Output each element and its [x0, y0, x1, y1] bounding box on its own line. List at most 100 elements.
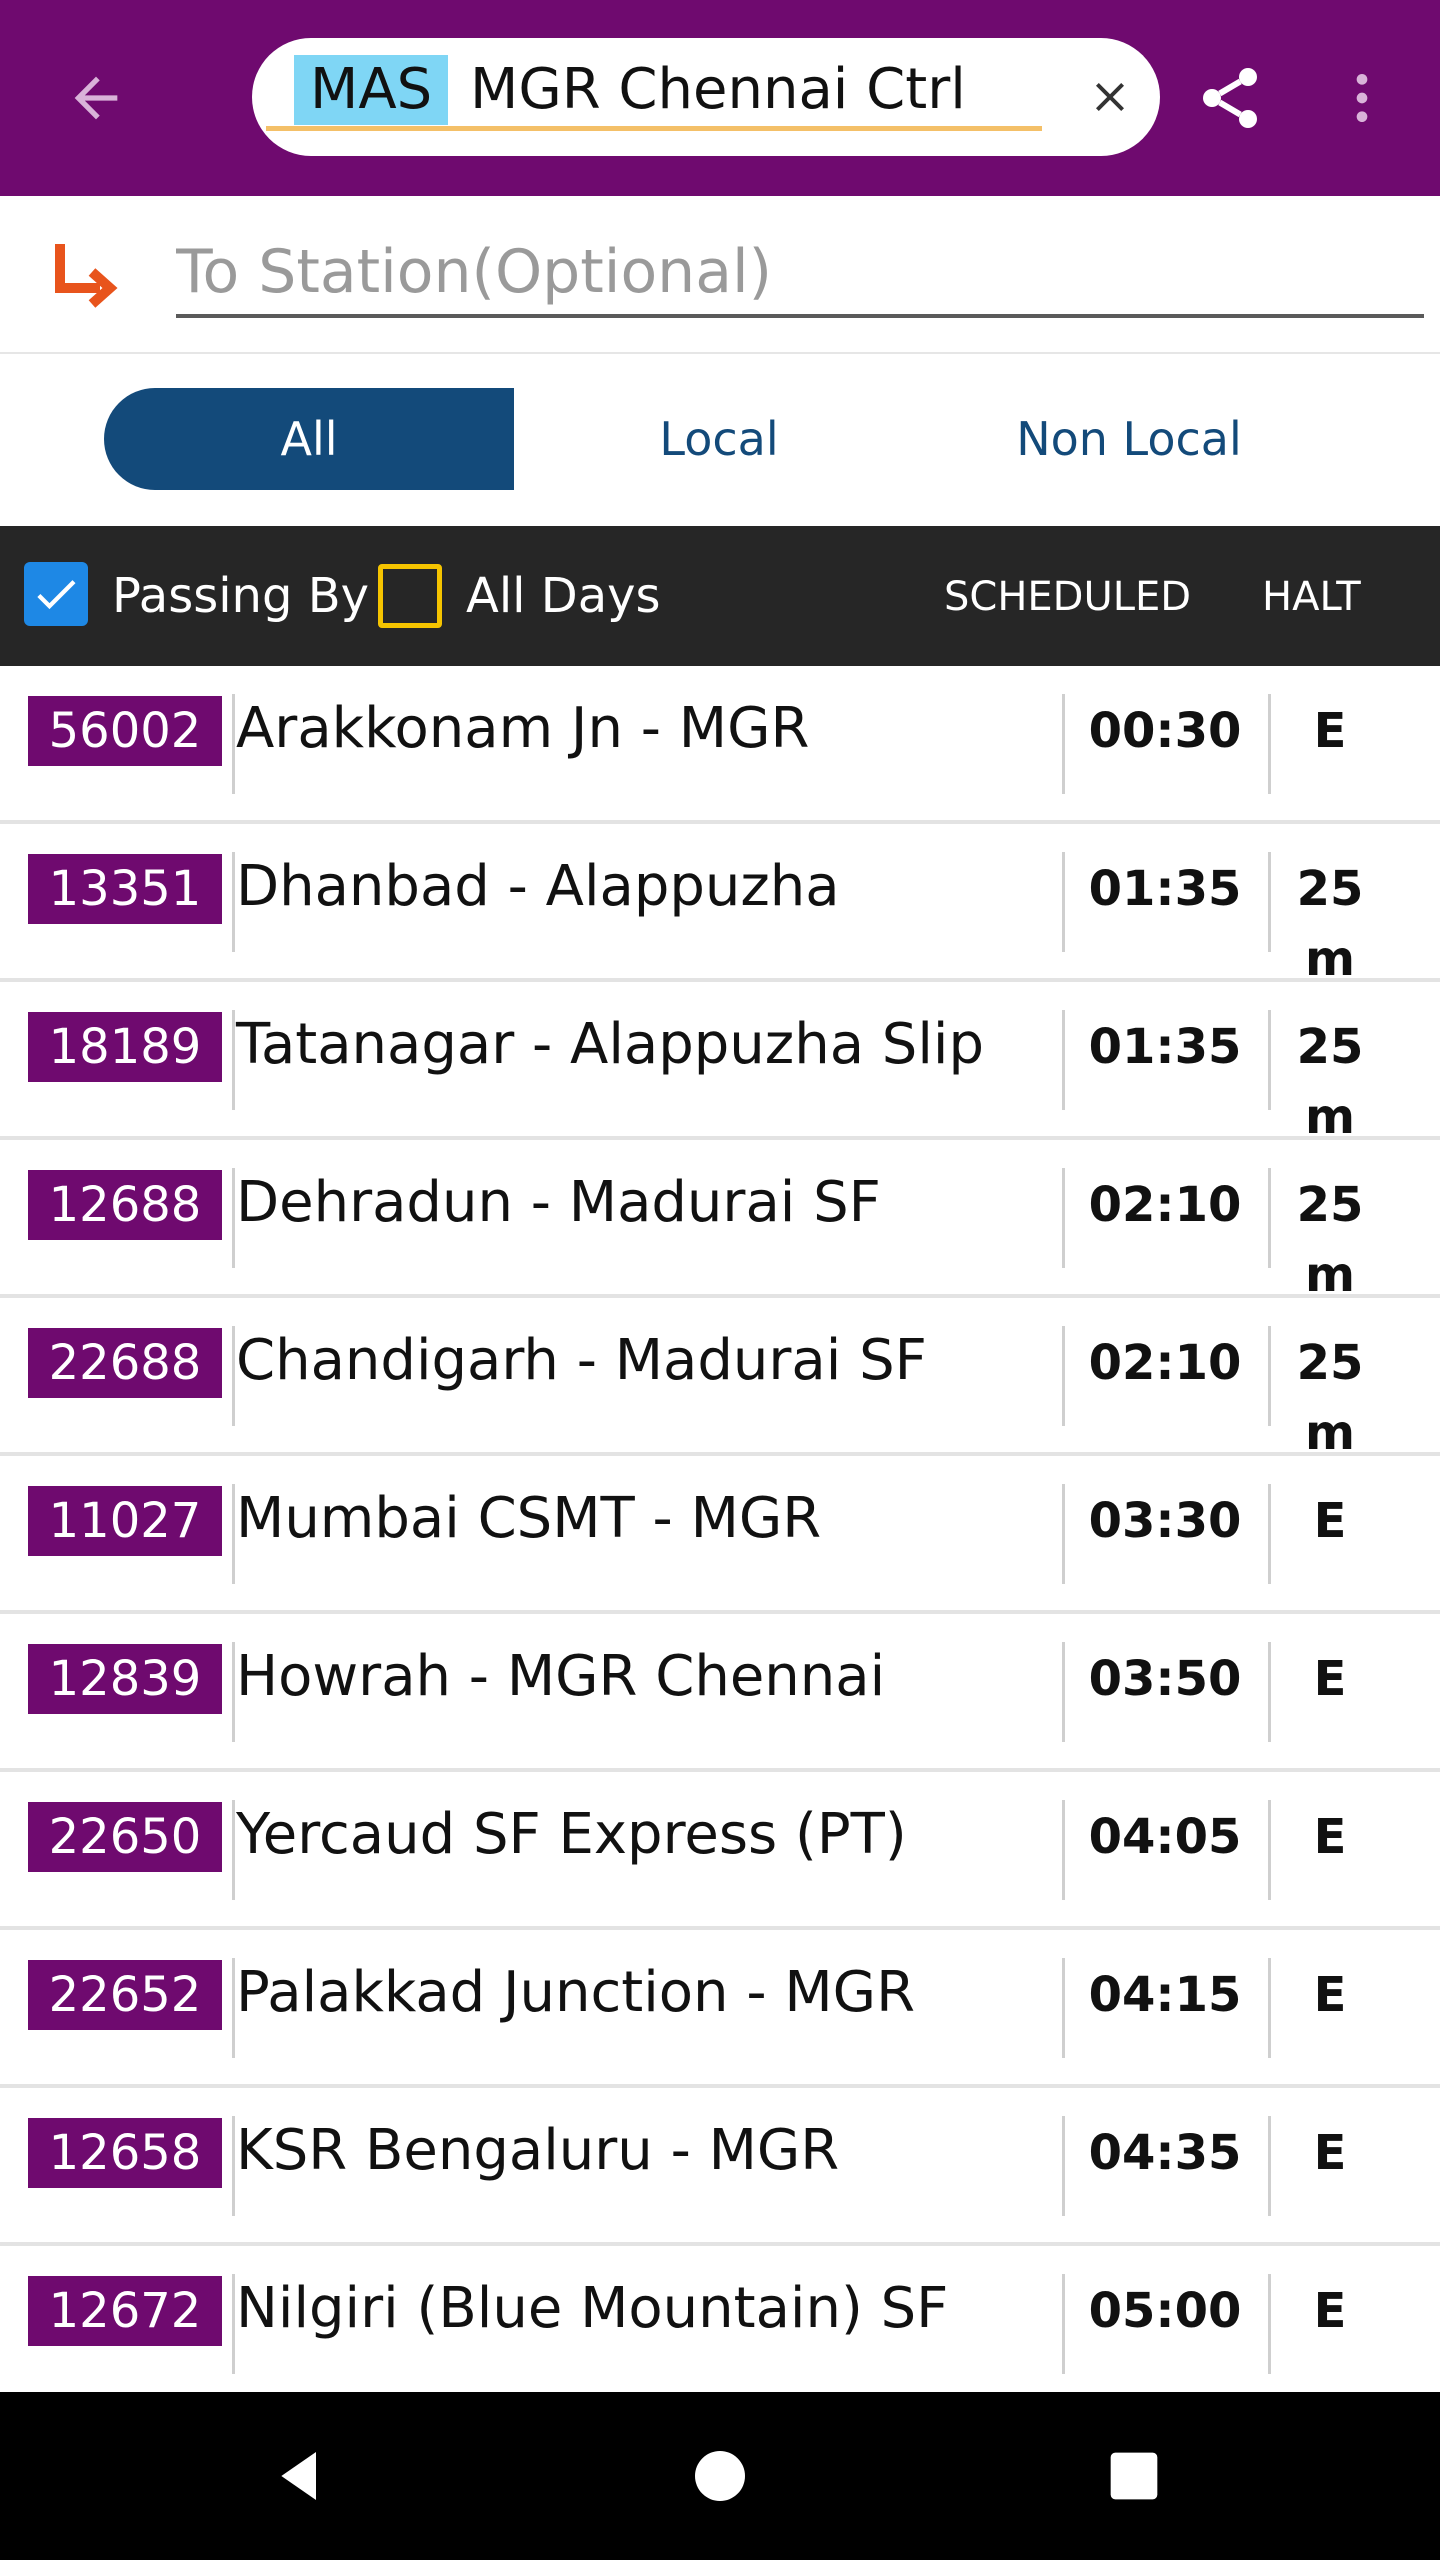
search-underline — [266, 126, 1042, 131]
train-name: Dhanbad - Alappuzha — [236, 854, 840, 919]
column-divider — [1268, 1010, 1271, 1110]
train-name: Dehradun - Madurai SF — [236, 1170, 881, 1235]
all-days-label: All Days — [466, 568, 661, 624]
train-number-badge: 22652 — [28, 1960, 222, 2030]
train-number-badge: 12839 — [28, 1644, 222, 1714]
column-divider — [232, 694, 235, 794]
halt-duration: E — [1313, 2125, 1347, 2181]
to-station-input[interactable] — [176, 230, 1424, 318]
filter-non-local-tab[interactable]: Non Local — [924, 388, 1334, 490]
nav-back-button[interactable] — [260, 2436, 340, 2516]
scheduled-column-header: SCHEDULED — [944, 574, 1192, 620]
train-row[interactable]: 22650 Yercaud SF Express (PT) 04:05 E — [0, 1772, 1440, 1930]
train-number-badge: 22650 — [28, 1802, 222, 1872]
system-nav-bar — [0, 2392, 1440, 2560]
scheduled-time: 01:35 — [1088, 1019, 1242, 1075]
train-name: Nilgiri (Blue Mountain) SF — [236, 2276, 949, 2341]
halt-duration: 25 m — [1296, 861, 1364, 987]
train-name: Chandigarh - Madurai SF — [236, 1328, 927, 1393]
column-divider — [1268, 1958, 1271, 2058]
column-divider — [232, 1484, 235, 1584]
route-turn-icon — [55, 244, 118, 308]
share-button[interactable] — [1186, 54, 1274, 142]
to-station-row — [0, 196, 1440, 354]
passing-by-label: Passing By — [112, 568, 370, 624]
station-search-field[interactable]: MAS MGR Chennai Ctrl — [252, 38, 1160, 156]
halt-duration: E — [1313, 2283, 1347, 2339]
train-row[interactable]: 12839 Howrah - MGR Chennai 03:50 E — [0, 1614, 1440, 1772]
close-icon — [1096, 83, 1124, 111]
scheduled-time: 02:10 — [1088, 1335, 1242, 1391]
train-row[interactable]: 18189 Tatanagar - Alappuzha Slip 01:35 2… — [0, 982, 1440, 1145]
all-days-checkbox[interactable] — [378, 564, 442, 628]
nav-recents-button[interactable] — [1094, 2436, 1174, 2516]
halt-duration: E — [1313, 1809, 1347, 1865]
train-number-badge: 18189 — [28, 1012, 222, 1082]
column-divider — [1268, 2274, 1271, 2374]
train-name: Palakkad Junction - MGR — [236, 1960, 915, 2025]
column-divider — [1268, 1642, 1271, 1742]
triangle-back-icon — [281, 2452, 316, 2500]
station-name-text: MGR Chennai Ctrl — [470, 57, 966, 122]
train-name: Arakkonam Jn - MGR — [236, 696, 810, 761]
passing-by-checkbox[interactable] — [24, 562, 88, 626]
train-type-filter: All Local Non Local — [0, 354, 1440, 526]
train-row[interactable]: 12672 Nilgiri (Blue Mountain) SF 05:00 E — [0, 2246, 1440, 2404]
arrow-left-icon — [74, 76, 118, 120]
scheduled-time: 04:35 — [1088, 2125, 1242, 2181]
halt-duration: 25 m — [1296, 1177, 1364, 1303]
train-row[interactable]: 12688 Dehradun - Madurai SF 02:10 25 m — [0, 1140, 1440, 1303]
column-divider — [1268, 1326, 1271, 1426]
halt-duration: E — [1313, 1651, 1347, 1707]
train-row[interactable]: 56002 Arakkonam Jn - MGR 00:30 E — [0, 666, 1440, 824]
train-number-badge: 13351 — [28, 854, 222, 924]
column-divider — [232, 1326, 235, 1426]
clear-search-button[interactable] — [1072, 52, 1148, 142]
train-row[interactable]: 12658 KSR Bengaluru - MGR 04:35 E — [0, 2088, 1440, 2246]
column-divider — [232, 852, 235, 952]
filter-local-tab[interactable]: Local — [514, 388, 924, 490]
train-number-badge: 12672 — [28, 2276, 222, 2346]
column-divider — [1268, 1800, 1271, 1900]
circle-home-icon — [695, 2451, 745, 2501]
halt-duration: E — [1313, 703, 1347, 759]
column-divider — [232, 1958, 235, 2058]
halt-duration: 25 m — [1296, 1019, 1364, 1145]
scheduled-time: 04:15 — [1088, 1967, 1242, 2023]
scheduled-time: 03:50 — [1088, 1651, 1242, 1707]
filter-all-tab[interactable]: All — [104, 388, 514, 490]
halt-duration: E — [1313, 1493, 1347, 1549]
scheduled-time: 02:10 — [1088, 1177, 1242, 1233]
train-list: 56002 Arakkonam Jn - MGR 00:30 E 13351 D… — [0, 666, 1440, 2404]
train-name: Yercaud SF Express (PT) — [236, 1802, 907, 1867]
square-recents-icon — [1110, 2452, 1158, 2500]
column-divider — [1268, 852, 1271, 952]
app-bar: MAS MGR Chennai Ctrl — [0, 0, 1440, 196]
train-row[interactable]: 22688 Chandigarh - Madurai SF 02:10 25 m — [0, 1298, 1440, 1461]
back-button[interactable] — [56, 58, 136, 138]
halt-duration: E — [1313, 1967, 1347, 2023]
train-row[interactable]: 22652 Palakkad Junction - MGR 04:15 E — [0, 1930, 1440, 2088]
column-divider — [232, 1168, 235, 1268]
share-icon — [1203, 68, 1257, 128]
column-divider — [1268, 694, 1271, 794]
train-name: KSR Bengaluru - MGR — [236, 2118, 840, 2183]
scheduled-time: 04:05 — [1088, 1809, 1242, 1865]
nav-home-button[interactable] — [680, 2436, 760, 2516]
station-code-highlight: MAS — [294, 55, 449, 125]
train-row[interactable]: 13351 Dhanbad - Alappuzha 01:35 25 m — [0, 824, 1440, 987]
more-options-button[interactable] — [1320, 54, 1404, 142]
train-number-badge: 56002 — [28, 696, 222, 766]
train-name: Howrah - MGR Chennai — [236, 1644, 886, 1709]
train-number-badge: 12658 — [28, 2118, 222, 2188]
train-number-badge: 12688 — [28, 1170, 222, 1240]
check-icon — [37, 580, 76, 610]
halt-duration: 25 m — [1296, 1335, 1364, 1461]
column-divider — [1268, 1484, 1271, 1584]
column-divider — [1268, 2116, 1271, 2216]
train-row[interactable]: 11027 Mumbai CSMT - MGR 03:30 E — [0, 1456, 1440, 1614]
column-divider — [232, 1800, 235, 1900]
column-divider — [232, 2116, 235, 2216]
scheduled-time: 03:30 — [1088, 1493, 1242, 1549]
train-number-badge: 11027 — [28, 1486, 222, 1556]
